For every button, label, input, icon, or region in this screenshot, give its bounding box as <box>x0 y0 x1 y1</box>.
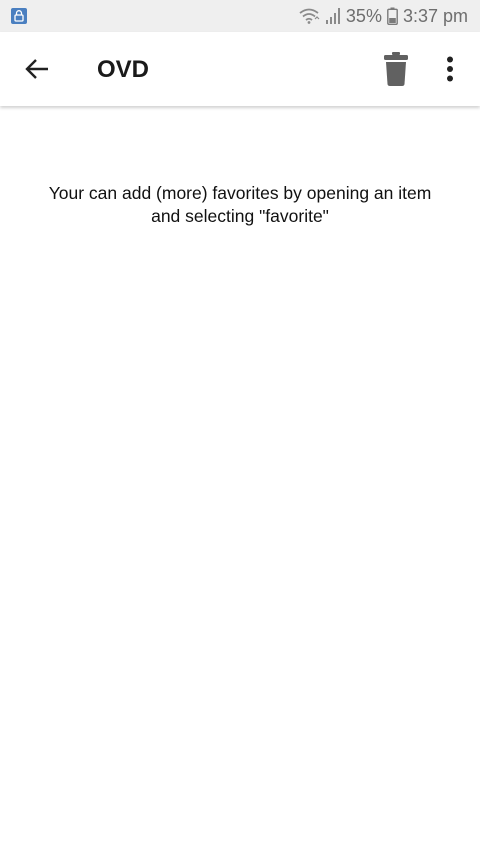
empty-favorites-message: Your can add (more) favorites by opening… <box>20 182 460 228</box>
overflow-menu-button[interactable] <box>428 46 472 92</box>
more-vertical-icon <box>447 56 453 82</box>
battery-icon <box>387 7 398 25</box>
status-bar: 35% 3:37 pm <box>0 0 480 32</box>
battery-percent: 35% <box>345 5 382 26</box>
page-title: OVD <box>97 56 150 83</box>
back-button[interactable] <box>14 46 60 92</box>
lock-notification-icon <box>11 8 27 24</box>
delete-button[interactable] <box>374 46 418 92</box>
clock: 3:37 pm <box>402 5 468 26</box>
wifi-icon <box>298 7 320 25</box>
empty-message-line2: and selecting "favorite" <box>151 206 329 226</box>
signal-icon <box>325 7 341 25</box>
trash-icon <box>384 52 408 86</box>
status-indicators: 35% 3:37 pm <box>298 5 468 27</box>
empty-message-line1: Your can add (more) favorites by opening… <box>48 183 432 203</box>
arrow-left-icon <box>25 59 48 79</box>
app-bar: OVD <box>0 32 480 106</box>
